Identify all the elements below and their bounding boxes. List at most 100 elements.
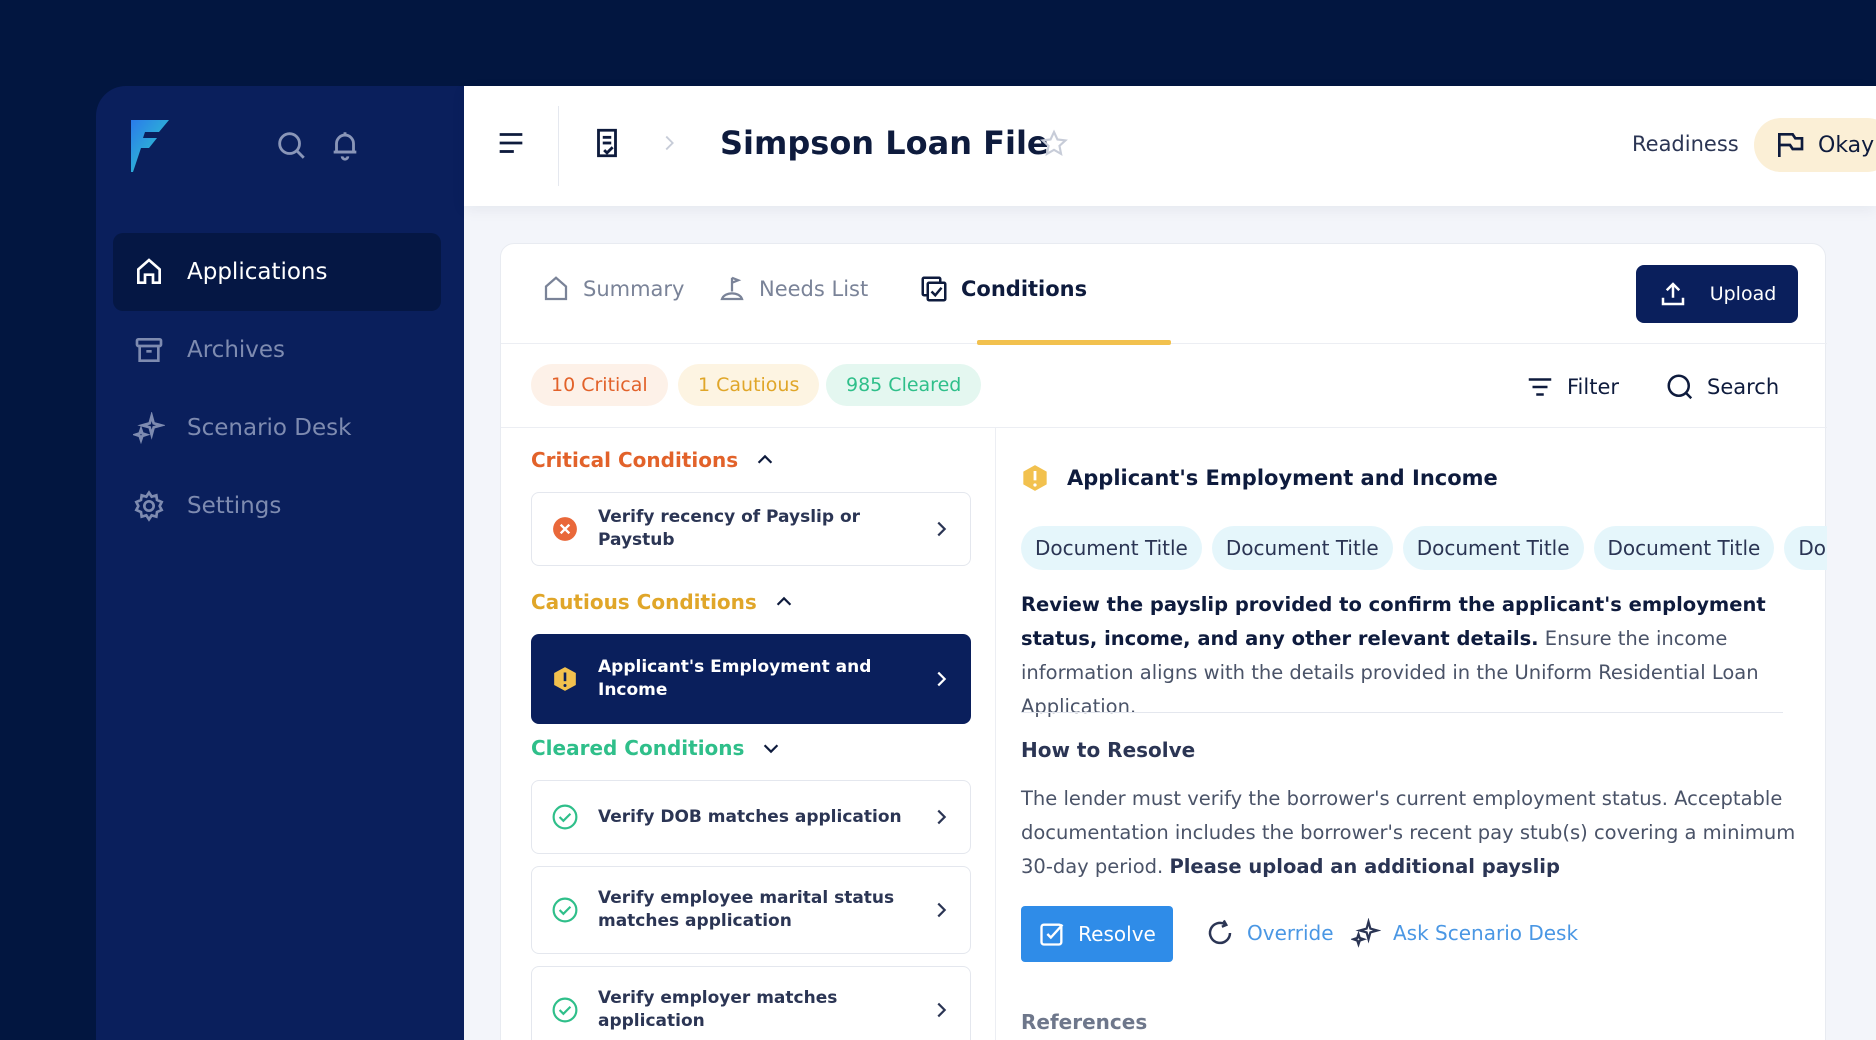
home-icon [137, 258, 161, 284]
cautious-conditions-header[interactable]: Cautious Conditions [531, 590, 795, 614]
override-label: Override [1247, 921, 1334, 945]
tab-label: Needs List [759, 277, 869, 301]
sparkle-icon [133, 412, 165, 444]
condition-label: Applicant's Employment and Income [598, 657, 872, 700]
resolve-emphasis: Please upload an additional payslip [1169, 855, 1560, 878]
document-check-icon[interactable] [590, 126, 624, 160]
chevron-right-icon [937, 902, 947, 918]
condition-label: Verify employee marital status matches a… [598, 888, 895, 931]
needs-list-icon [720, 276, 744, 301]
list-item[interactable]: Verify employer matches application [531, 966, 971, 1040]
how-to-resolve-text: The lender must verify the borrower's cu… [1021, 782, 1801, 884]
sparkle-icon [1351, 918, 1381, 948]
list-item[interactable]: Verify DOB matches application [531, 780, 971, 854]
check-circle-icon [552, 804, 578, 830]
chevron-right-icon [937, 1002, 947, 1018]
list-item[interactable]: Verify employee marital status matches a… [531, 866, 971, 954]
page-title: Simpson Loan File [720, 124, 1049, 162]
check-circle-icon [552, 897, 578, 923]
house-outline-icon [544, 276, 568, 301]
override-button[interactable]: Override [1205, 918, 1334, 948]
condition-label: Verify DOB matches application [598, 806, 902, 827]
document-chip[interactable]: Document Title [1021, 526, 1202, 570]
document-chip[interactable]: Doc [1784, 526, 1827, 570]
list-item[interactable]: Verify recency of Payslip or Paystub [531, 492, 971, 566]
sidebar-nav: Applications Archives Scenario Desk Sett… [113, 233, 441, 545]
conditions-list: Critical Conditions Verify recency of Pa… [501, 428, 996, 1040]
brand-logo[interactable] [129, 118, 171, 174]
conditions-icon [921, 276, 947, 302]
chevron-right-icon [665, 135, 674, 151]
gear-icon [134, 490, 164, 522]
status-summary-row: 10 Critical 1 Cautious 985 Cleared Filte… [501, 344, 1827, 428]
document-chip[interactable]: Document Title [1593, 526, 1775, 570]
chevron-right-icon [937, 521, 947, 537]
chevron-right-icon [937, 671, 947, 687]
upload-icon [1661, 282, 1684, 306]
chevron-down-icon [764, 744, 779, 754]
critical-conditions-header[interactable]: Critical Conditions [531, 448, 776, 472]
search-label: Search [1707, 375, 1780, 399]
tab-label: Conditions [961, 277, 1088, 301]
references-title: References [1021, 1010, 1148, 1034]
detail-header: Applicant's Employment and Income [1021, 464, 1498, 492]
conditions-card: Summary Needs List Conditions Upload 10 … [500, 243, 1827, 1040]
archive-icon [135, 338, 163, 362]
star-icon[interactable] [1038, 128, 1070, 160]
cleared-conditions-header[interactable]: Cleared Conditions [531, 736, 782, 760]
resolve-label: Resolve [1078, 922, 1156, 946]
sidebar-item-label: Settings [187, 493, 282, 519]
condition-label: Verify employer matches application [598, 988, 838, 1031]
critical-count-badge[interactable]: 10 Critical [531, 364, 668, 406]
check-circle-icon [552, 997, 578, 1023]
detail-title: Applicant's Employment and Income [1067, 466, 1498, 490]
condition-description: Review the payslip provided to confirm t… [1021, 588, 1791, 724]
sidebar: Applications Archives Scenario Desk Sett… [96, 86, 464, 1040]
readiness-label: Readiness [1632, 132, 1739, 156]
chevron-up-icon [757, 454, 773, 464]
document-chip[interactable]: Document Title [1402, 526, 1584, 570]
filter-icon [1528, 378, 1552, 396]
tab-conditions[interactable]: Conditions [919, 274, 1087, 304]
cautious-count-badge[interactable]: 1 Cautious [678, 364, 820, 406]
main-area: Simpson Loan File Readiness Okay Summary [464, 86, 1876, 1040]
tab-needs-list[interactable]: Needs List [717, 274, 868, 304]
sidebar-item-label: Archives [187, 337, 286, 363]
condition-label: Verify recency of Payslip or Paystub [598, 507, 861, 550]
sidebar-item-scenario-desk[interactable]: Scenario Desk [113, 389, 441, 467]
list-item[interactable]: Applicant's Employment and Income [531, 634, 971, 724]
warning-icon [554, 667, 576, 691]
error-icon [553, 517, 577, 541]
ask-scenario-desk-label: Ask Scenario Desk [1393, 921, 1579, 945]
sidebar-item-archives[interactable]: Archives [113, 311, 441, 389]
divider [1021, 712, 1783, 713]
filter-button[interactable]: Filter [1525, 372, 1619, 402]
warning-icon [1023, 465, 1047, 491]
bell-icon[interactable] [328, 128, 362, 162]
upload-button[interactable]: Upload [1636, 265, 1798, 323]
cleared-count-badge[interactable]: 985 Cleared [826, 364, 982, 406]
checkbox-icon [1040, 923, 1064, 946]
sidebar-item-label: Scenario Desk [187, 415, 352, 441]
section-title: Cautious Conditions [531, 590, 757, 614]
sidebar-item-settings[interactable]: Settings [113, 467, 441, 545]
document-chip[interactable]: Document Title [1211, 526, 1393, 570]
top-bar: Simpson Loan File Readiness Okay [464, 86, 1876, 206]
tab-summary[interactable]: Summary [541, 274, 684, 304]
resolve-button[interactable]: Resolve [1021, 906, 1173, 962]
flag-icon [1778, 133, 1804, 157]
sidebar-item-applications[interactable]: Applications [113, 233, 441, 311]
tab-bar: Summary Needs List Conditions Upload [501, 244, 1827, 345]
ask-scenario-desk-button[interactable]: Ask Scenario Desk [1351, 918, 1578, 948]
refresh-icon [1208, 919, 1232, 945]
how-to-resolve-title: How to Resolve [1021, 738, 1196, 762]
tab-label: Summary [583, 277, 685, 301]
search-button[interactable]: Search [1665, 372, 1779, 402]
menu-icon[interactable] [494, 126, 528, 160]
search-icon[interactable] [274, 128, 308, 162]
chevron-up-icon [776, 596, 792, 606]
filter-label: Filter [1567, 375, 1620, 399]
upload-label: Upload [1709, 283, 1777, 305]
readiness-status-badge[interactable]: Okay [1754, 118, 1876, 172]
chevron-right-icon [937, 809, 947, 825]
